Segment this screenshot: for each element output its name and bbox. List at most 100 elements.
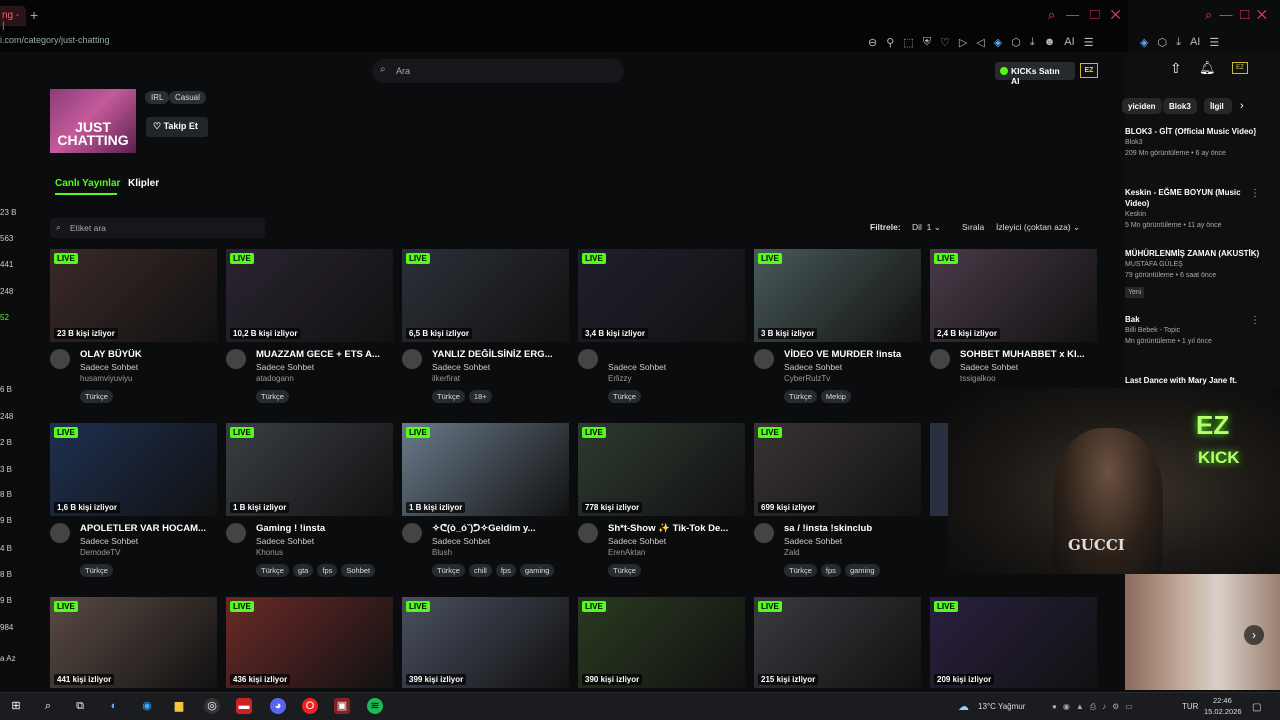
stream-thumbnail[interactable]: LIVE 6,5 B kişi izliyor	[402, 249, 569, 342]
avatar[interactable]	[754, 523, 774, 543]
more-options-icon[interactable]: ⋮	[1250, 315, 1260, 326]
stream-tag[interactable]: Türkçe	[432, 564, 465, 577]
streamer-name[interactable]: tssigalkoo	[960, 374, 996, 383]
stream-thumbnail[interactable]: LIVE 1 B kişi izliyor	[402, 423, 569, 516]
yt-chip[interactable]: Blok3	[1163, 98, 1197, 114]
clock-date[interactable]: 15.02.2026	[1204, 707, 1242, 716]
avatar[interactable]	[578, 349, 598, 369]
app-red-icon[interactable]: ▣	[334, 698, 350, 714]
stream-thumbnail[interactable]: LIVE 2,4 B kişi izliyor	[930, 249, 1097, 342]
stream-tag[interactable]: chill	[468, 564, 492, 577]
search-input[interactable]: ⌕ Ara	[372, 59, 624, 83]
avatar[interactable]	[578, 523, 598, 543]
notification-icon[interactable]: ▢	[1252, 702, 1261, 713]
language-filter[interactable]: Dil 1 ⌄	[912, 222, 941, 233]
stream-title[interactable]: ✧ᕦ(ò_óˇ)ᕤ✧Geldim y...	[432, 523, 569, 534]
avatar[interactable]	[402, 523, 422, 543]
yt-video-item[interactable]: Keskin - EĞME BOYUN (Music Video) Keskin 5…	[1125, 187, 1260, 231]
stream-tag[interactable]: Türkçe	[256, 564, 289, 577]
stream-thumbnail[interactable]: LIVE 1 B kişi izliyor	[226, 423, 393, 516]
yt-chip[interactable]: yiciden	[1122, 98, 1162, 114]
stream-title[interactable]: SOHBET MUHABBET x KI...	[960, 349, 1097, 360]
avatar[interactable]	[226, 523, 246, 543]
streamer-name[interactable]: husamviyuviyu	[80, 374, 132, 383]
weather-text[interactable]: 13°C Yağmur	[978, 702, 1025, 711]
crop-icon[interactable]: ⬚	[903, 36, 913, 49]
stream-tag[interactable]: Sohbet	[341, 564, 376, 577]
avatar[interactable]	[50, 349, 70, 369]
streamer-name[interactable]: CyberRulzTv	[784, 374, 830, 383]
tab-clips[interactable]: Klipler	[128, 178, 159, 189]
keyboard-language[interactable]: TUR	[1182, 702, 1198, 711]
translate-icon[interactable]: ◈	[994, 36, 1002, 49]
stream-thumbnail[interactable]: LIVE 778 kişi izliyor	[578, 423, 745, 516]
yt-video-title[interactable]: Last Dance with Mary Jane ft.	[1125, 375, 1260, 386]
url-text[interactable]: i.com/category/just-chatting	[0, 35, 110, 45]
stream-thumbnail[interactable]: LIVE 390 kişi izliyor	[578, 597, 745, 688]
next-arrow-icon[interactable]: ›	[1244, 625, 1264, 645]
chevron-right-icon[interactable]: ›	[1240, 100, 1244, 112]
stream-tag[interactable]: Türkçe	[432, 390, 465, 403]
minimize-icon[interactable]: —	[1220, 7, 1233, 22]
discord-icon[interactable]: ◕	[270, 698, 286, 714]
avatar[interactable]	[50, 523, 70, 543]
stream-title[interactable]: OLAY BÜYÜK	[80, 349, 217, 360]
stream-tag[interactable]: fps	[820, 564, 841, 577]
avatar[interactable]	[930, 349, 950, 369]
stream-tag[interactable]: Türkçe	[784, 390, 817, 403]
bell-icon[interactable]: 🔔︎	[1199, 60, 1216, 76]
close-icon[interactable]: ✕	[1257, 7, 1267, 22]
stream-tag[interactable]: Türkçe	[608, 390, 641, 403]
cloud-icon[interactable]: ☁	[958, 700, 969, 713]
ai-button[interactable]: AI	[1064, 36, 1074, 48]
stream-category[interactable]: Sadece Sohbet	[432, 536, 490, 546]
stream-tag[interactable]: gta	[292, 564, 314, 577]
maximize-icon[interactable]: ☐	[1240, 7, 1250, 22]
mute-icon[interactable]: ◁	[976, 36, 984, 49]
stream-category[interactable]: Sadece Sohbet	[608, 362, 666, 372]
stream-thumbnail[interactable]: LIVE 10,2 B kişi izliyor	[226, 249, 393, 342]
opera-icon[interactable]: O	[302, 698, 318, 714]
streamer-name[interactable]: ilkerfirat	[432, 374, 460, 383]
sort-select[interactable]: İzleyici (çoktan aza) ⌄	[996, 222, 1080, 233]
avatar[interactable]	[754, 349, 774, 369]
stream-thumbnail[interactable]: LIVE 699 kişi izliyor	[754, 423, 921, 516]
yt-video-title[interactable]: Keskin - EĞME BOYUN (Music Video)	[1125, 187, 1260, 209]
avatar[interactable]	[402, 349, 422, 369]
new-tab-button[interactable]: +	[30, 7, 38, 23]
stream-title[interactable]: Gaming ! !insta	[256, 523, 393, 534]
more-options-icon[interactable]: ⋮	[1250, 249, 1260, 260]
stream-thumbnail-partial[interactable]	[930, 423, 948, 516]
minimize-icon[interactable]: —	[1066, 7, 1079, 22]
shield-icon[interactable]: ⛨	[923, 36, 931, 49]
stream-thumbnail[interactable]: LIVE 441 kişi izliyor	[50, 597, 217, 688]
edge-icon[interactable]: ◉	[139, 698, 155, 714]
yt-video-item[interactable]: BLOK3 - GİT (Official Music Video) Blok3 2…	[1125, 126, 1260, 159]
stream-title[interactable]: MUAZZAM GECE + ETS A...	[256, 349, 393, 360]
stream-tag[interactable]: Türkçe	[784, 564, 817, 577]
yt-video-title[interactable]: BLOK3 - GİT (Official Music Video)	[1125, 126, 1260, 137]
stream-tag[interactable]: Mekip	[820, 390, 851, 403]
streamer-name[interactable]: DemodeTV	[80, 548, 120, 557]
stream-tag[interactable]: fps	[317, 564, 338, 577]
windows-icon[interactable]: ⊞	[8, 698, 24, 714]
stream-category[interactable]: Sadece Sohbet	[80, 362, 138, 372]
clock-time[interactable]: 22:46	[1213, 696, 1232, 705]
stream-category[interactable]: Sadece Sohbet	[608, 536, 666, 546]
yt-channel[interactable]: Billi Bebek - Topic	[1125, 325, 1260, 336]
yt-video-item[interactable]: Bak Billi Bebek - Topic Mn görüntüleme • 1…	[1125, 314, 1260, 347]
window-controls[interactable]: ⌕ — ☐ ✕	[1048, 7, 1121, 23]
stream-thumbnail[interactable]: LIVE 436 kişi izliyor	[226, 597, 393, 688]
stream-thumbnail[interactable]: LIVE 3 B kişi izliyor	[754, 249, 921, 342]
folder-icon[interactable]: ▆	[171, 698, 187, 714]
ez-logo[interactable]: EZ	[1080, 63, 1098, 78]
browser-tab[interactable]: ng - |	[0, 6, 26, 32]
streamer-name[interactable]: Zald	[784, 548, 800, 557]
stream-tag[interactable]: Türkçe	[80, 564, 113, 577]
category-tag[interactable]: Casual	[169, 91, 206, 104]
more-options-icon[interactable]: ⋮	[1250, 188, 1260, 199]
menu-icon[interactable]: ☰	[1084, 36, 1094, 49]
copilot-icon[interactable]: ◐	[106, 698, 122, 714]
yt-video-item[interactable]: MÜHÜRLENMİŞ ZAMAN (AKUSTİK) MUSTAFA GÜLEŞ…	[1125, 248, 1260, 299]
streamer-name[interactable]: Erlizzy	[608, 374, 632, 383]
